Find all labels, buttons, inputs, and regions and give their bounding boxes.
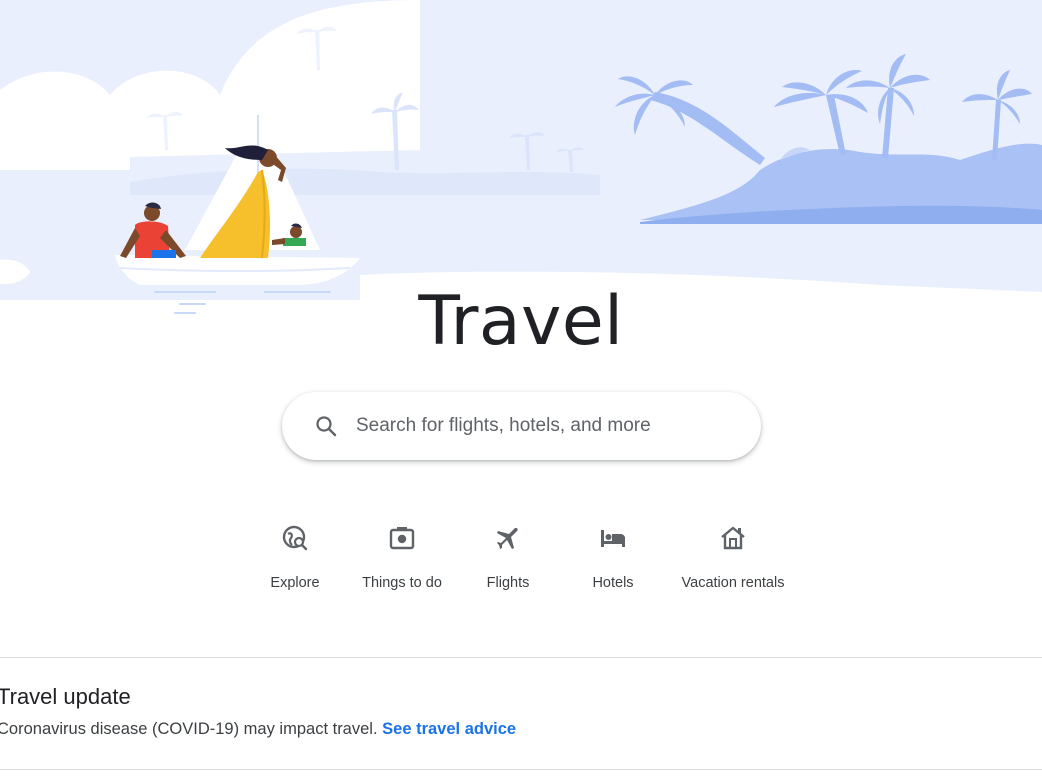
travel-update-message-row: Coronavirus disease (COVID-19) may impac… <box>0 720 516 739</box>
divider-bottom <box>0 769 1042 770</box>
house-icon <box>721 526 745 550</box>
hero-illustration <box>0 0 1042 330</box>
nav-item-label: Explore <box>270 575 320 591</box>
nav-item-vacation-rentals[interactable]: Vacation rentals <box>675 514 791 604</box>
search-icon[interactable] <box>314 414 338 438</box>
divider-top <box>0 657 1042 658</box>
category-nav: Explore Things to do Flights Hotels Vaca… <box>0 514 1042 604</box>
nav-item-label: Vacation rentals <box>681 575 785 591</box>
nav-item-things-to-do[interactable]: Things to do <box>357 514 447 604</box>
nav-item-hotels[interactable]: Hotels <box>589 514 637 604</box>
nav-item-explore[interactable]: Explore <box>268 514 322 604</box>
explore-globe-icon <box>282 525 308 551</box>
nav-item-label: Hotels <box>592 575 634 591</box>
travel-update-heading: Travel update <box>0 684 131 709</box>
nav-item-label: Flights <box>486 575 530 591</box>
bed-icon <box>601 530 625 547</box>
nav-item-flights[interactable]: Flights <box>482 514 534 604</box>
search-input[interactable] <box>356 410 736 442</box>
nav-item-label: Things to do <box>362 575 442 591</box>
page-title: Travel <box>418 282 624 361</box>
search-bar[interactable] <box>282 392 761 460</box>
beach-sailboat-illustration <box>0 0 1042 330</box>
airplane-icon <box>497 528 518 549</box>
travel-update-message: Coronavirus disease (COVID-19) may impac… <box>0 720 378 738</box>
see-travel-advice-link[interactable]: See travel advice <box>382 720 516 738</box>
camera-icon <box>389 527 415 550</box>
